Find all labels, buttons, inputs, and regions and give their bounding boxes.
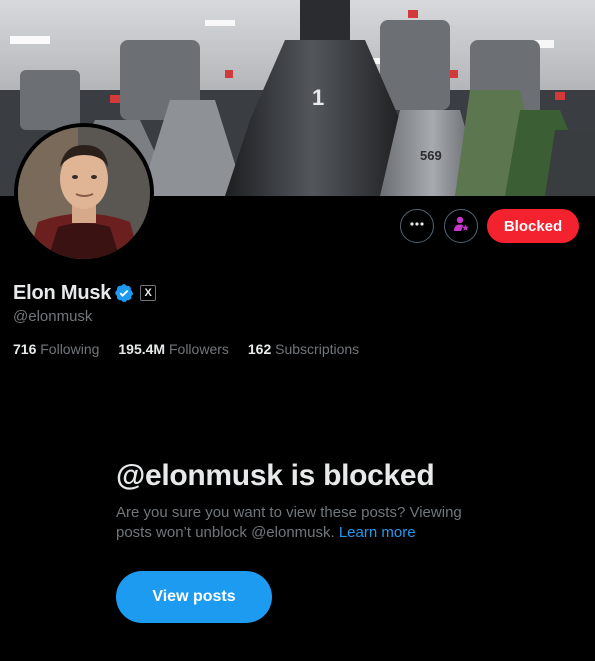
subscriptions-link[interactable]: 162 Subscriptions xyxy=(248,341,359,357)
view-posts-label: View posts xyxy=(152,588,236,605)
followers-link[interactable]: 195.4M Followers xyxy=(118,341,229,357)
following-link[interactable]: 716 Following xyxy=(13,341,99,357)
following-count: 716 xyxy=(13,341,37,357)
blocked-button[interactable]: Blocked xyxy=(487,209,579,243)
affiliation-x-badge[interactable]: X xyxy=(140,285,157,301)
profile-name-row: Elon Musk X xyxy=(13,281,157,305)
profile-handle: @elonmusk xyxy=(13,308,93,325)
more-options-button[interactable] xyxy=(400,209,434,243)
view-posts-button[interactable]: View posts xyxy=(116,571,272,623)
svg-text:569: 569 xyxy=(420,148,442,163)
profile-name: Elon Musk xyxy=(13,281,112,304)
subscriptions-label: Subscriptions xyxy=(275,341,360,357)
verified-badge-icon[interactable] xyxy=(114,283,134,303)
blocked-button-label: Blocked xyxy=(503,217,563,235)
followers-label: Followers xyxy=(168,341,229,357)
blocked-title: @elonmusk is blocked xyxy=(116,459,435,492)
followers-count: 195.4M xyxy=(118,341,166,357)
learn-more-link[interactable]: Learn more xyxy=(339,524,416,541)
blocked-description: Are you sure you want to view these post… xyxy=(116,503,496,543)
more-horizontal-icon xyxy=(409,216,425,237)
following-label: Following xyxy=(40,341,100,357)
profile-avatar[interactable] xyxy=(14,123,154,263)
profile-stats: 716 Following 195.4M Followers 162 Subsc… xyxy=(13,341,359,357)
avatar-photo xyxy=(18,127,150,259)
subscribe-star-person-icon xyxy=(452,215,470,238)
subscribe-button[interactable] xyxy=(444,209,478,243)
subscriptions-count: 162 xyxy=(247,341,272,357)
svg-text:1: 1 xyxy=(312,85,324,110)
